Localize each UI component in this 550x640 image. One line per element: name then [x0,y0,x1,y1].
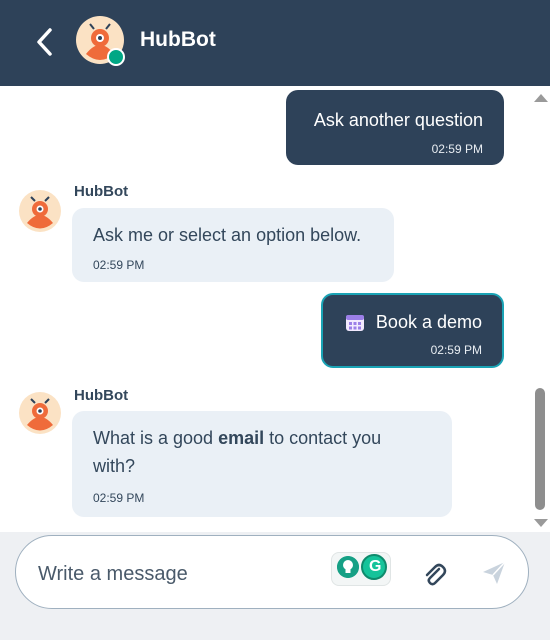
message-text: Ask me or select an option below. [93,225,362,245]
lightbulb-icon[interactable] [337,556,359,578]
message-text-part: What is a good [93,428,219,448]
message-text-bold: email [218,428,265,448]
message-time: 02:59 PM [431,142,483,156]
scroll-up-arrow-icon[interactable] [534,94,548,102]
bot-message: Ask me or select an option below. 02:59 … [72,208,394,282]
chat-title: HubBot [140,28,216,51]
message-text-line2: with? [93,456,136,476]
bot-message: What is a good email to contact you with… [72,411,452,517]
message-text: Ask another question [313,110,483,130]
message-time: 02:59 PM [430,343,482,357]
message-time: 02:59 PM [93,491,145,505]
online-status-dot [107,48,125,66]
paperclip-icon[interactable] [420,560,448,588]
selected-option-message: Book a demo 02:59 PM [321,293,504,368]
message-text: What is a good email to contact you with… [93,424,381,480]
scroll-down-arrow-icon[interactable] [534,519,548,527]
message-text-part: to contact you [264,428,382,448]
message-input-placeholder[interactable]: Write a message [38,563,188,586]
scrollbar-thumb[interactable] [535,388,545,510]
hubbot-avatar [19,190,61,232]
calendar-icon [346,315,364,331]
sender-name: HubBot [74,183,129,200]
back-arrow-icon[interactable] [28,24,62,60]
grammarly-icon[interactable]: G [361,554,387,580]
message-time: 02:59 PM [93,258,145,272]
send-icon[interactable] [480,559,508,587]
sender-name: HubBot [74,387,129,404]
chat-header: HubBot [0,0,550,86]
user-message: Ask another question 02:59 PM [286,90,504,165]
message-text: Book a demo [375,312,482,332]
hubbot-avatar [19,392,61,434]
message-list[interactable]: Ask another question 02:59 PM HubBot Ask… [0,86,550,532]
